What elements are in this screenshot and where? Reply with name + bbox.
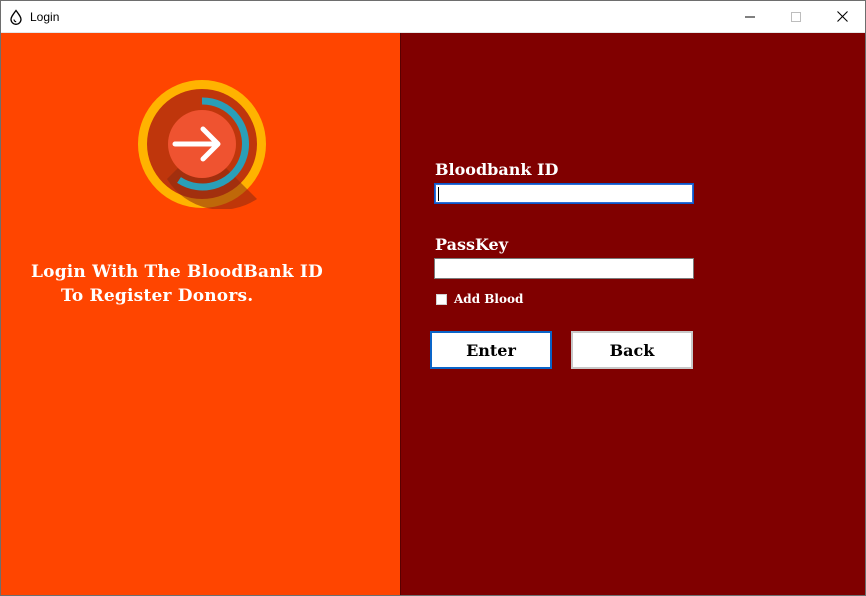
maximize-button[interactable] [773,1,819,32]
passkey-label: PassKey [435,235,509,254]
instructions-line-1: Login With The BloodBank ID [31,262,323,282]
drop-icon [10,9,22,25]
close-icon [836,11,848,22]
bloodbank-id-label: Bloodbank ID [435,160,559,179]
passkey-input[interactable] [434,258,694,279]
minimize-button[interactable] [727,1,773,32]
close-button[interactable] [819,1,865,32]
minimize-icon [745,16,755,17]
left-panel: Login With The BloodBank ID To Register … [1,33,400,595]
add-blood-option[interactable]: Add Blood [436,292,523,306]
login-instructions: Login With The BloodBank ID To Register … [31,260,391,308]
login-form-panel: Bloodbank ID PassKey Add Blood Enter Bac… [400,33,865,595]
login-arrow-icon [138,80,266,209]
enter-button[interactable]: Enter [430,331,552,369]
maximize-icon [791,11,801,22]
add-blood-checkbox[interactable] [436,293,447,305]
login-window: Login Login With The BloodBank ID To Reg… [0,0,866,596]
back-button[interactable]: Back [571,331,693,369]
bloodbank-id-input[interactable] [434,183,694,204]
title-bar: Login [1,1,865,33]
instructions-line-2: To Register Donors. [61,286,254,306]
add-blood-label[interactable]: Add Blood [454,292,523,306]
text-caret [438,187,439,201]
window-title: Login [30,10,60,24]
